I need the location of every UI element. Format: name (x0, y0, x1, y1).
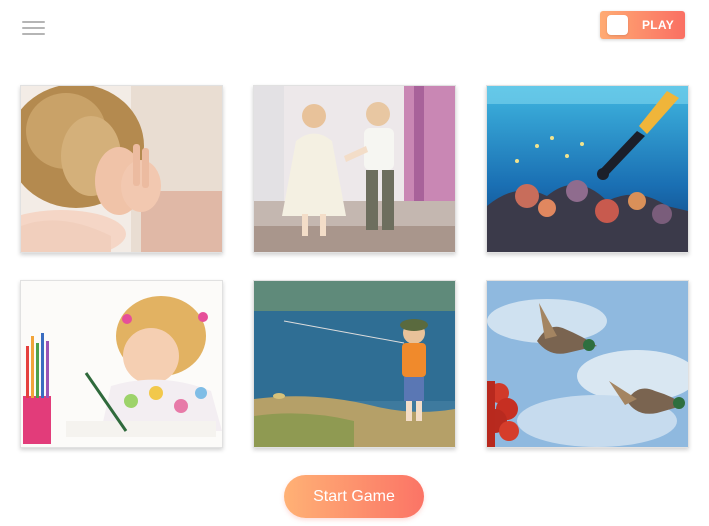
play-toggle[interactable]: PLAY (600, 11, 685, 39)
menu-line (22, 21, 45, 23)
hamburger-menu-icon[interactable] (22, 20, 46, 36)
image-tile-diver-coral-reef[interactable] (486, 85, 689, 253)
play-label: PLAY (642, 18, 675, 32)
start-game-button[interactable]: Start Game (284, 475, 424, 518)
child-covering-eyes-image (21, 86, 222, 252)
girl-drawing-image (21, 281, 222, 447)
menu-line (22, 27, 45, 29)
diver-coral-reef-image (487, 86, 688, 252)
image-tile-girl-drawing[interactable] (20, 280, 223, 448)
image-tile-boy-fishing[interactable] (253, 280, 456, 448)
children-dancing-image (254, 86, 455, 252)
boy-fishing-image (254, 281, 455, 447)
image-tile-children-dancing[interactable] (253, 85, 456, 253)
image-tile-ducks-flying[interactable] (486, 280, 689, 448)
image-tile-child-covering-eyes[interactable] (20, 85, 223, 253)
ducks-flying-image (487, 281, 688, 447)
toggle-knob[interactable] (607, 15, 628, 35)
menu-line (22, 33, 45, 35)
